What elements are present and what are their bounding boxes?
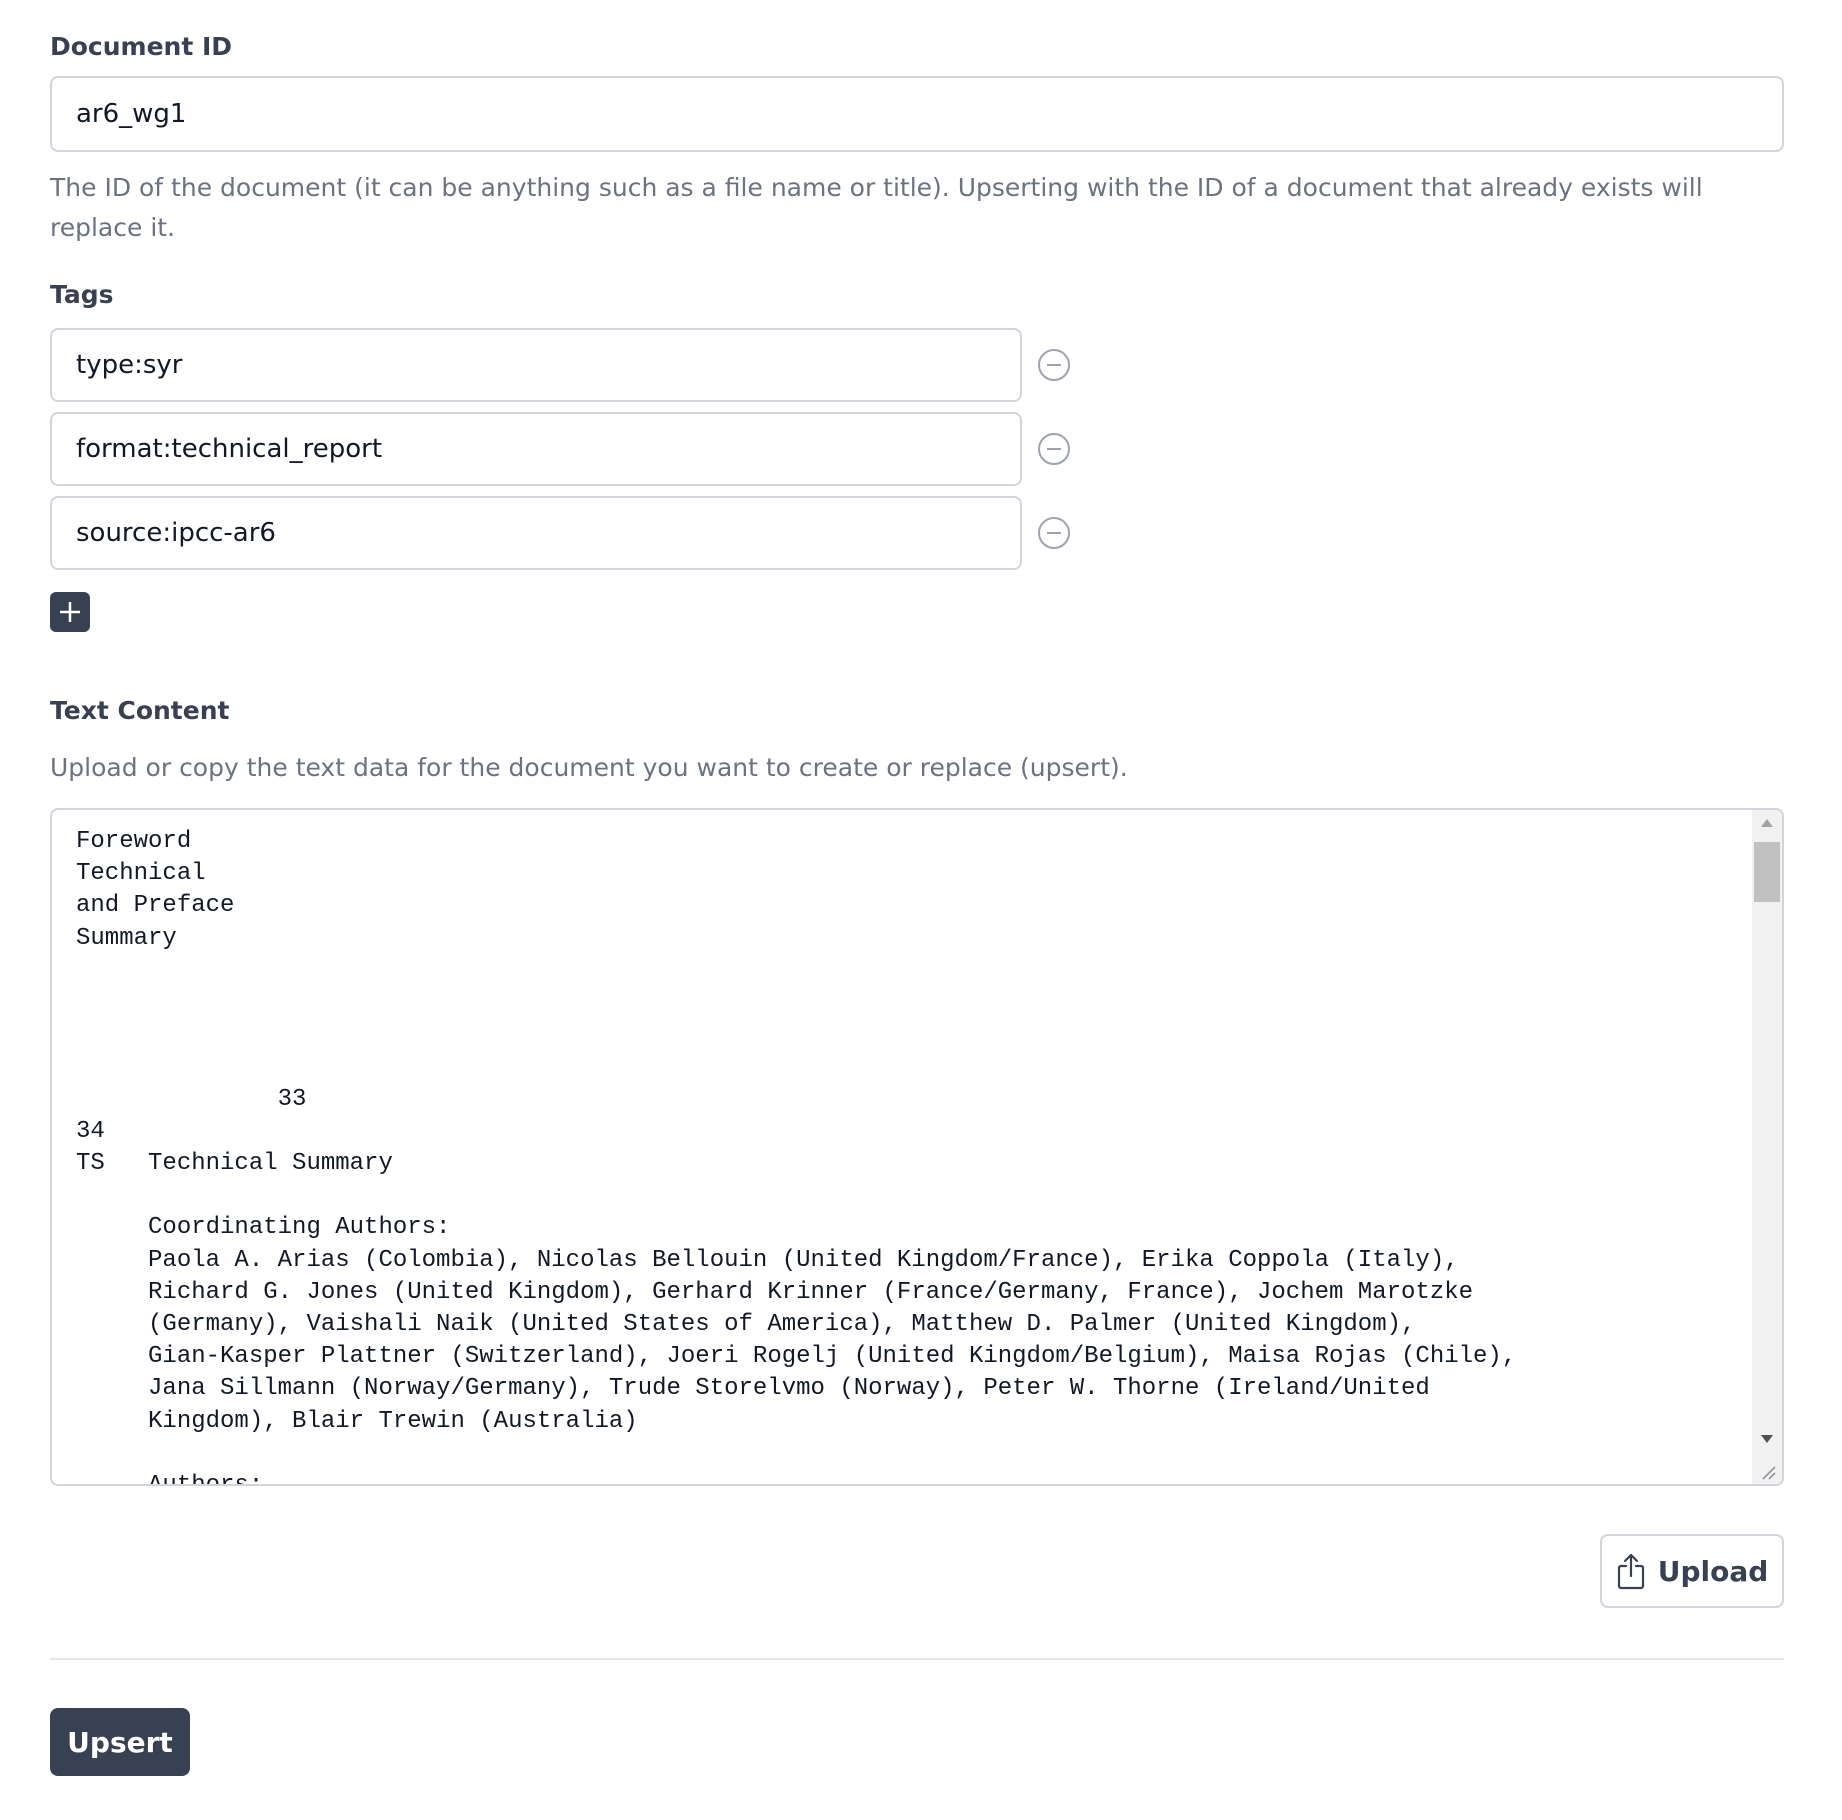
document-id-input[interactable]: ar6_wg1 <box>50 76 1784 152</box>
vertical-scrollbar[interactable] <box>1752 810 1782 1484</box>
upload-share-icon <box>1617 1553 1644 1590</box>
text-content-label: Text Content <box>50 696 230 725</box>
resize-handle-icon[interactable] <box>1760 1464 1776 1480</box>
text-content-area[interactable]: Foreword Technical and Preface Summary 3… <box>50 808 1784 1486</box>
remove-tag-button[interactable] <box>1030 328 1078 402</box>
document-id-label: Document ID <box>50 32 233 61</box>
remove-tag-button[interactable] <box>1030 412 1078 486</box>
scroll-down-arrow-icon[interactable] <box>1760 1434 1774 1444</box>
add-tag-button[interactable] <box>50 592 90 632</box>
minus-circle-icon <box>1038 433 1070 465</box>
minus-circle-icon <box>1038 349 1070 381</box>
text-content-help: Upload or copy the text data for the doc… <box>50 753 1128 782</box>
upsert-document-form: Document ID ar6_wg1 The ID of the docume… <box>0 0 1842 1820</box>
plus-icon <box>60 602 80 622</box>
text-content-value[interactable]: Foreword Technical and Preface Summary 3… <box>52 810 1750 1484</box>
tag-input[interactable]: format:technical_report <box>50 412 1022 486</box>
upsert-button[interactable]: Upsert <box>50 1708 190 1776</box>
document-id-help: The ID of the document (it can be anythi… <box>50 173 1703 242</box>
divider <box>50 1658 1784 1660</box>
scroll-thumb[interactable] <box>1754 842 1780 902</box>
upload-button[interactable]: Upload <box>1600 1534 1784 1608</box>
minus-circle-icon <box>1038 517 1070 549</box>
tag-input[interactable]: source:ipcc-ar6 <box>50 496 1022 570</box>
tag-input[interactable]: type:syr <box>50 328 1022 402</box>
remove-tag-button[interactable] <box>1030 496 1078 570</box>
tags-label: Tags <box>50 280 114 309</box>
scroll-up-arrow-icon[interactable] <box>1760 818 1774 828</box>
upload-button-label: Upload <box>1657 1554 1769 1588</box>
